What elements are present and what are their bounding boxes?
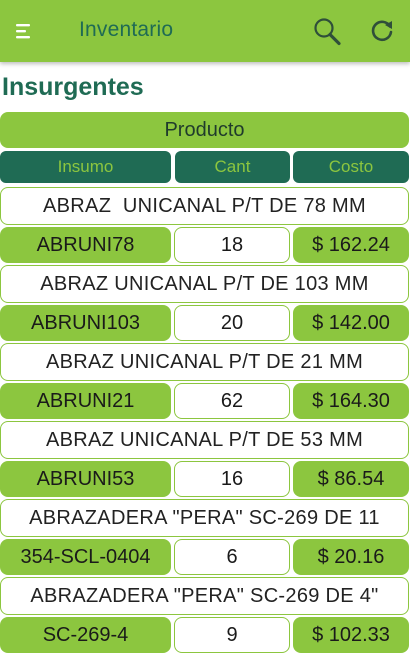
product-quantity: 20 [174, 305, 290, 341]
column-header-insumo[interactable]: Insumo [0, 151, 171, 183]
list-item[interactable]: ABRAZ UNICANAL P/T DE 78 MM ABRUNI78 18 … [0, 187, 410, 265]
product-code: ABRUNI21 [0, 383, 171, 419]
menu-icon[interactable] [14, 22, 36, 40]
product-quantity: 18 [174, 227, 290, 263]
branch-title: Insurgentes [2, 73, 144, 101]
product-quantity: 16 [174, 461, 290, 497]
app-title: Inventario [79, 18, 174, 41]
product-name: ABRAZ UNICANAL P/T DE 21 MM [0, 343, 409, 381]
product-code: 354-SCL-0404 [0, 539, 171, 575]
product-code: SC-269-4 [0, 617, 171, 653]
product-cost: $ 162.24 [293, 227, 409, 263]
product-cost: $ 86.54 [293, 461, 409, 497]
list-item[interactable]: ABRAZADERA "PERA" SC-269 DE 11 354-SCL-0… [0, 499, 410, 577]
product-name: ABRAZADERA "PERA" SC-269 DE 11 [0, 499, 409, 537]
column-header-cant[interactable]: Cant [175, 151, 290, 183]
search-icon[interactable] [311, 16, 343, 48]
product-name: ABRAZ UNICANAL P/T DE 53 MM [0, 421, 409, 459]
app-bar: Inventario [0, 0, 410, 62]
column-header-costo[interactable]: Costo [293, 151, 409, 183]
inventory-list: ABRAZ UNICANAL P/T DE 78 MM ABRUNI78 18 … [0, 187, 410, 655]
product-group-header: Producto [0, 112, 409, 148]
list-item[interactable]: ABRAZ UNICANAL P/T DE 21 MM ABRUNI21 62 … [0, 343, 410, 421]
refresh-icon[interactable] [369, 18, 395, 44]
product-cost: $ 20.16 [293, 539, 409, 575]
product-quantity: 6 [174, 539, 290, 575]
product-quantity: 9 [174, 617, 290, 653]
product-code: ABRUNI78 [0, 227, 171, 263]
list-item[interactable]: ABRAZADERA "PERA" SC-269 DE 4" SC-269-4 … [0, 577, 410, 655]
product-quantity: 62 [174, 383, 290, 419]
product-code: ABRUNI53 [0, 461, 171, 497]
list-item[interactable]: ABRAZ UNICANAL P/T DE 53 MM ABRUNI53 16 … [0, 421, 410, 499]
product-cost: $ 164.30 [293, 383, 409, 419]
product-cost: $ 102.33 [293, 617, 409, 653]
product-name: ABRAZ UNICANAL P/T DE 103 MM [0, 265, 409, 303]
product-name: ABRAZ UNICANAL P/T DE 78 MM [0, 187, 409, 225]
product-code: ABRUNI103 [0, 305, 171, 341]
product-cost: $ 142.00 [293, 305, 409, 341]
list-item[interactable]: ABRAZ UNICANAL P/T DE 103 MM ABRUNI103 2… [0, 265, 410, 343]
product-name: ABRAZADERA "PERA" SC-269 DE 4" [0, 577, 409, 615]
